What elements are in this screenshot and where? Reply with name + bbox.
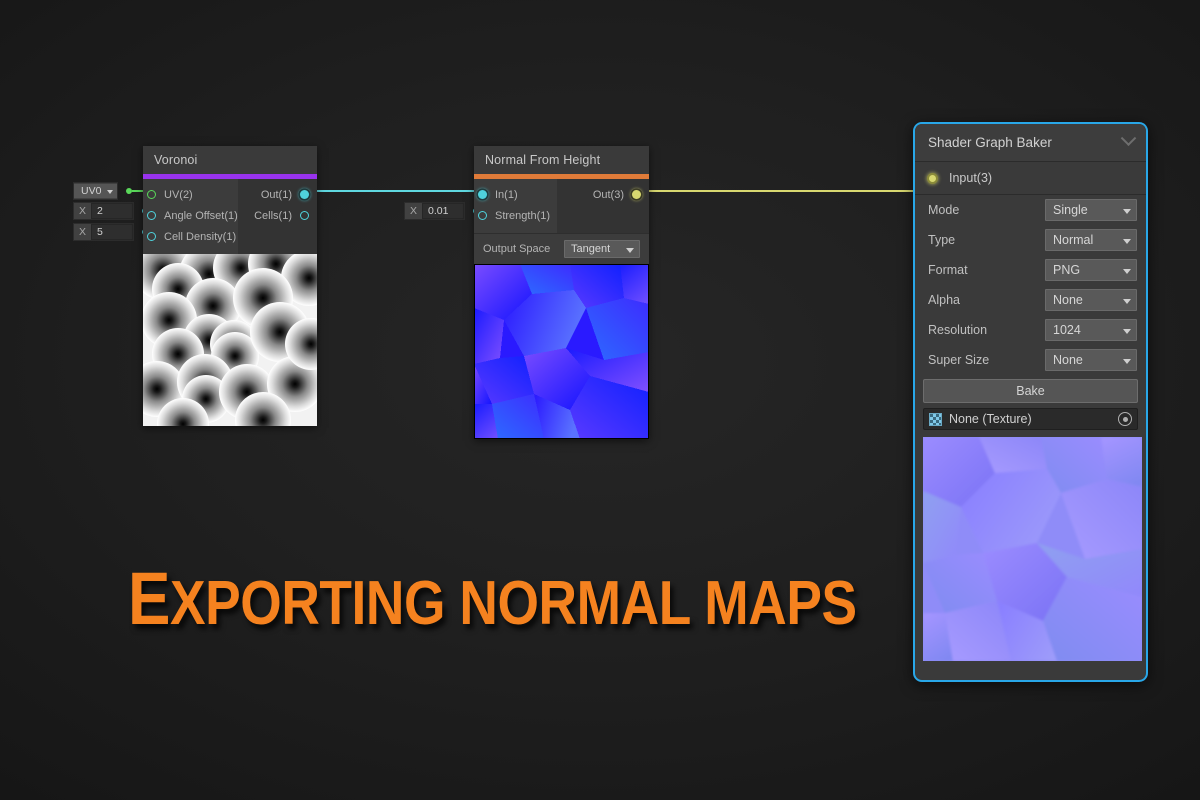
voronoi-cells-port-icon[interactable]	[300, 211, 309, 220]
strength-value[interactable]: 0.01	[422, 203, 464, 219]
baker-prop-resolution[interactable]: Resolution 1024	[915, 315, 1146, 345]
baker-prop-super-size[interactable]: Super Size None	[915, 345, 1146, 375]
format-dropdown[interactable]: PNG	[1045, 259, 1137, 281]
type-label: Type	[928, 233, 956, 247]
baker-prop-type[interactable]: Type Normal	[915, 225, 1146, 255]
normal-out-label: Out(3)	[592, 188, 624, 201]
normal-in-port-icon[interactable]	[478, 190, 487, 199]
texture-field-value: None (Texture)	[949, 412, 1032, 426]
page-title: EXPORTING NORMAL MAPS	[128, 562, 857, 636]
cell-density-box[interactable]: X 5	[73, 223, 134, 241]
voronoi-inputs: UV(2) Angle Offset(1) Cell Density(1)	[143, 179, 238, 254]
normal-map-preview	[474, 264, 649, 439]
mode-dropdown[interactable]: Single	[1045, 199, 1137, 221]
resolution-dropdown[interactable]: 1024	[1045, 319, 1137, 341]
chevron-down-icon[interactable]	[1120, 130, 1137, 147]
voronoi-outputs: Out(1) Cells(1)	[237, 179, 317, 254]
strength-input-label: Strength(1)	[495, 209, 551, 222]
alpha-dropdown[interactable]: None	[1045, 289, 1137, 311]
format-label: Format	[928, 263, 968, 277]
baker-input-row[interactable]: Input(3)	[915, 162, 1146, 195]
normal-in-label: In(1)	[495, 188, 518, 201]
uv-select-box[interactable]: UV0	[73, 182, 119, 200]
uv-select-value[interactable]: UV0	[74, 184, 118, 198]
normal-out-port-icon[interactable]	[632, 190, 641, 199]
cell-density-axis: X	[78, 226, 86, 238]
cell-density-input-port-icon[interactable]	[147, 232, 156, 241]
angle-offset-axis: X	[78, 205, 86, 217]
title-rest: XPORTING NORMAL MAPS	[170, 569, 857, 638]
angle-offset-input-port-icon[interactable]	[147, 211, 156, 220]
type-dropdown[interactable]: Normal	[1045, 229, 1137, 251]
cell-density-input-label: Cell Density(1)	[164, 230, 237, 243]
output-space-dropdown[interactable]: Tangent	[564, 240, 640, 258]
strength-input-port-icon[interactable]	[478, 211, 487, 220]
title-first-letter: E	[128, 557, 171, 640]
wire-normal-to-baker	[637, 190, 922, 192]
normal-inputs: In(1) Strength(1)	[474, 179, 557, 233]
uv-input-port-icon[interactable]	[147, 190, 156, 199]
port-row-out[interactable]: Out(1)	[238, 184, 317, 205]
super-size-dropdown[interactable]: None	[1045, 349, 1137, 371]
baker-prop-mode[interactable]: Mode Single	[915, 195, 1146, 225]
baker-input-port-icon[interactable]	[927, 172, 938, 184]
normal-outputs: Out(3)	[557, 179, 649, 233]
voronoi-node[interactable]: Voronoi UV(2) Angle Offset(1) Cell Densi…	[143, 146, 317, 426]
port-row-out3[interactable]: Out(3)	[557, 184, 649, 205]
voronoi-out-label: Out(1)	[260, 188, 292, 201]
output-space-row[interactable]: Output Space Tangent	[474, 233, 649, 264]
baker-title: Shader Graph Baker	[928, 135, 1052, 150]
port-row-cells[interactable]: Cells(1)	[238, 205, 317, 226]
normal-node-body: In(1) Strength(1) Out(3)	[474, 179, 649, 233]
texture-checker-icon	[929, 412, 942, 426]
object-picker-icon[interactable]	[1118, 412, 1132, 426]
strength-box[interactable]: X 0.01	[404, 202, 465, 220]
voronoi-node-title: Voronoi	[143, 146, 317, 174]
angle-offset-box[interactable]: X 2	[73, 202, 134, 220]
mode-label: Mode	[928, 203, 960, 217]
canvas-background: UV0 X 2 X 5 X 0.01 Voronoi UV(2) Angle O…	[0, 0, 1200, 800]
port-row-cell-density[interactable]: Cell Density(1)	[143, 226, 238, 247]
alpha-label: Alpha	[928, 293, 960, 307]
shader-graph-baker-panel[interactable]: Shader Graph Baker Input(3) Mode Single …	[913, 122, 1148, 682]
voronoi-node-body: UV(2) Angle Offset(1) Cell Density(1) Ou…	[143, 179, 317, 254]
port-row-in[interactable]: In(1)	[474, 184, 557, 205]
angle-offset-value[interactable]: 2	[91, 203, 133, 219]
cell-density-value[interactable]: 5	[91, 224, 133, 240]
voronoi-out-port-icon[interactable]	[300, 190, 309, 199]
baker-prop-format[interactable]: Format PNG	[915, 255, 1146, 285]
texture-object-field[interactable]: None (Texture)	[923, 408, 1138, 430]
voronoi-cells-label: Cells(1)	[254, 209, 292, 222]
baker-header[interactable]: Shader Graph Baker	[915, 124, 1146, 162]
uv-input-label: UV(2)	[164, 188, 193, 201]
voronoi-preview	[143, 254, 317, 426]
strength-axis: X	[409, 205, 417, 217]
port-row-strength[interactable]: Strength(1)	[474, 205, 557, 226]
port-row-uv[interactable]: UV(2)	[143, 184, 238, 205]
normal-from-height-node[interactable]: Normal From Height In(1) Strength(1) Out…	[474, 146, 649, 439]
baked-normal-map-preview	[923, 437, 1142, 661]
baker-prop-alpha[interactable]: Alpha None	[915, 285, 1146, 315]
bake-button[interactable]: Bake	[923, 379, 1138, 403]
port-row-angle-offset[interactable]: Angle Offset(1)	[143, 205, 238, 226]
resolution-label: Resolution	[928, 323, 988, 337]
angle-offset-input-label: Angle Offset(1)	[164, 209, 238, 222]
normal-node-title: Normal From Height	[474, 146, 649, 174]
super-size-label: Super Size	[928, 353, 990, 367]
wire-voronoi-to-normal	[306, 190, 490, 192]
output-space-label: Output Space	[483, 243, 551, 255]
baker-input-label: Input(3)	[949, 171, 993, 185]
